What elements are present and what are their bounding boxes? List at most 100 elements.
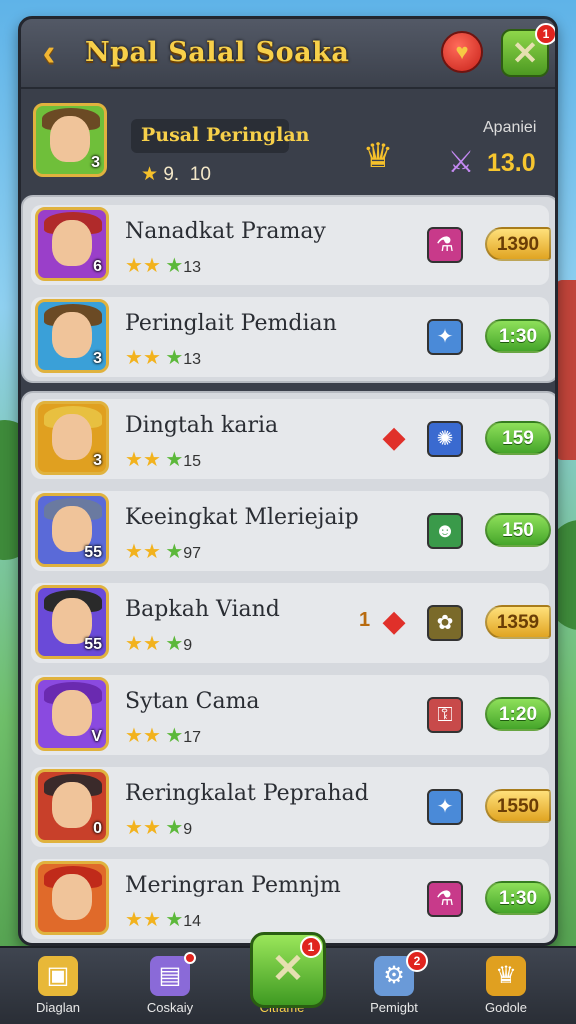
player-row[interactable]: 3 Peringlait Pemdian ★★ ★13 ✦ 1:30	[31, 297, 551, 377]
star-icon: ★	[142, 909, 161, 931]
mask-icon[interactable]: ☻	[427, 513, 463, 549]
nav-item[interactable]: ▤ Coskaiy	[122, 948, 218, 1024]
player-name: Peringlait Pemdian	[125, 311, 337, 336]
star-icon: ★	[125, 633, 143, 655]
avatar-level: 55	[84, 544, 102, 561]
avatar-level: V	[91, 728, 102, 745]
page-title: Npal Salal Soaka	[85, 37, 350, 68]
reward-button[interactable]: 1359	[485, 605, 551, 639]
player-group-1: 6 Nanadkat Pramay ★★ ★13 ⚗ 1390 3 Pering…	[21, 195, 555, 383]
star-icon: ★	[125, 541, 143, 563]
player-name: Bapkah Viand	[125, 597, 280, 622]
player-row[interactable]: Meringran Pemnjm ★★ ★14 ⚗ 1:30	[31, 859, 551, 939]
nav-item[interactable]: ♛ Godole	[458, 948, 554, 1024]
player-score: ★ 9. 10	[141, 164, 211, 185]
gem-icon: ★	[165, 909, 184, 931]
avatar-level: 55	[84, 636, 102, 653]
player-name: Keeingkat Mleriejaip	[125, 505, 359, 530]
star-icon: ★	[142, 347, 161, 369]
rank-label: Apaniei	[483, 119, 537, 136]
shield-icon[interactable]: ✦	[427, 319, 463, 355]
star-icon: ★	[125, 449, 143, 471]
gem-icon: ★	[165, 817, 184, 839]
star-icon: ★	[141, 164, 159, 185]
star-icon: ★	[142, 633, 161, 655]
player-name: Pusal Peringlan	[141, 124, 310, 146]
reward-button[interactable]: 1390	[485, 227, 551, 261]
player-name: Sytan Cama	[125, 689, 260, 714]
star-icon: ★	[142, 255, 161, 277]
trophy-icon: ♛	[486, 956, 526, 996]
reward-button[interactable]: 159	[485, 421, 551, 455]
nav-notification-badge: 1	[300, 936, 322, 958]
avatar-level: 3	[91, 154, 100, 171]
nav-label: Coskaiy	[146, 1000, 194, 1015]
player-row[interactable]: 55 Keeingkat Mleriejaip ★★ ★97 ☻ 150	[31, 491, 551, 571]
star-icon: ★	[142, 541, 161, 563]
player-rating: ★★ ★9	[125, 633, 193, 655]
player-row[interactable]: V Sytan Cama ★★ ★17 ⚿ 1:20	[31, 675, 551, 755]
chevron-left-icon[interactable]: ‹	[31, 33, 67, 73]
nav-notification-badge: 2	[406, 950, 428, 972]
close-notification-badge: 1	[535, 23, 555, 45]
crown-icon: ♛	[362, 137, 394, 175]
avatar: 3	[35, 401, 109, 475]
player-rating: ★★ ★97	[125, 541, 202, 563]
star-icon: ★	[142, 449, 161, 471]
reward-button[interactable]: 1:30	[485, 319, 551, 353]
gem-icon: ★	[165, 633, 184, 655]
current-player-row[interactable]: 3 Pusal Peringlan ★ 9. 10 ♛ ⚔ Apaniei 13…	[21, 91, 555, 191]
avatar: 55	[35, 585, 109, 659]
nav-label: Pemigbt	[370, 1000, 418, 1015]
potion-icon[interactable]: ⚗	[427, 881, 463, 917]
star-icon: ★	[125, 817, 143, 839]
gem-icon: ★	[165, 347, 184, 369]
player-name: Dingtah karia	[125, 413, 279, 438]
nav-notification-dot	[184, 952, 196, 964]
player-rating: ★★ ★14	[125, 909, 202, 931]
player-name: Nanadkat Pramay	[125, 219, 326, 244]
dragon-icon[interactable]: ✺	[427, 421, 463, 457]
avatar: 3	[35, 299, 109, 373]
diamond-icon: ◆	[382, 605, 406, 638]
header: ‹ Npal Salal Soaka ♥ ✕ 1	[21, 19, 555, 89]
player-row[interactable]: 6 Nanadkat Pramay ★★ ★13 ⚗ 1390	[31, 205, 551, 285]
heart-icon[interactable]: ♥	[441, 31, 483, 73]
player-row[interactable]: 3 Dingtah karia ★★ ★15 ◆ ✺ 159	[31, 399, 551, 479]
star-icon: ★	[125, 909, 143, 931]
avatar: 6	[35, 207, 109, 281]
star-icon: ★	[125, 725, 143, 747]
reward-button[interactable]: 1:20	[485, 697, 551, 731]
reward-button[interactable]: 150	[485, 513, 551, 547]
avatar-level: 0	[93, 820, 102, 837]
star-icon: ★	[142, 817, 161, 839]
player-name: Reringkalat Peprahad	[125, 781, 369, 806]
reward-button[interactable]: 1:30	[485, 881, 551, 915]
player-rating: ★★ ★17	[125, 725, 202, 747]
beast-icon[interactable]: ✿	[427, 605, 463, 641]
player-row[interactable]: 0 Reringkalat Peprahad ★★ ★9 ✦ 1550	[31, 767, 551, 847]
nav-item[interactable]: ⚙ 2 Pemigbt	[346, 948, 442, 1024]
player-group-2: 3 Dingtah karia ★★ ★15 ◆ ✺ 159 55 Keeing…	[21, 391, 555, 943]
gem-icon: ★	[165, 255, 184, 277]
gem-icon: ★	[165, 725, 184, 747]
avatar: 55	[35, 493, 109, 567]
avatar: V	[35, 677, 109, 751]
gem-icon: ★	[165, 449, 184, 471]
nav-item[interactable]: ▣ Diaglan	[10, 948, 106, 1024]
avatar	[35, 861, 109, 935]
shield-icon[interactable]: ✦	[427, 789, 463, 825]
avatar-level: 3	[93, 350, 102, 367]
potion-icon[interactable]: ⚗	[427, 227, 463, 263]
count-badge: 1	[359, 609, 371, 631]
key-icon[interactable]: ⚿	[427, 697, 463, 733]
player-row[interactable]: 55 Bapkah Viand ★★ ★9 1 ◆ ✿ 1359	[31, 583, 551, 663]
avatar: 0	[35, 769, 109, 843]
player-rating: ★★ ★9	[125, 817, 193, 839]
reward-button[interactable]: 1550	[485, 789, 551, 823]
rank-value: 13.0	[487, 149, 536, 177]
nav-label: Diaglan	[35, 1000, 81, 1015]
player-rating: ★★ ★15	[125, 449, 202, 471]
gem-icon: ★	[165, 541, 184, 563]
avatar-level: 6	[93, 258, 102, 275]
